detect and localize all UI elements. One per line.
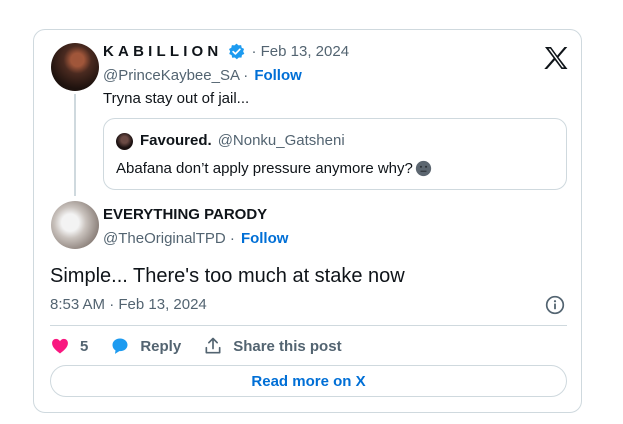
author-name[interactable]: EVERYTHING PARODY xyxy=(103,206,267,223)
like-count: 5 xyxy=(80,337,89,355)
original-handle-row: @PrinceKaybee_SA · Follow xyxy=(103,67,302,84)
share-icon xyxy=(205,337,221,354)
post-text: Tryna stay out of jail... xyxy=(103,90,250,107)
like-button[interactable]: 5 xyxy=(50,336,88,356)
quoted-author-handle: @Nonku_Gatsheni xyxy=(217,132,345,149)
read-more-label: Read more on X xyxy=(251,372,366,390)
info-icon[interactable] xyxy=(545,295,565,315)
thread-line xyxy=(74,94,76,196)
author-name[interactable]: KABILLION xyxy=(103,43,222,60)
quoted-post[interactable] xyxy=(103,118,567,190)
reply-button[interactable]: Reply xyxy=(110,336,181,356)
quoted-author-name: Favoured. xyxy=(140,132,212,149)
share-label: Share this post xyxy=(233,337,342,355)
post-date[interactable]: · Feb 13, 2024 xyxy=(251,43,349,60)
action-bar: 5 Reply Share this post xyxy=(50,333,364,359)
avatar[interactable] xyxy=(51,201,99,249)
avatar[interactable] xyxy=(51,43,99,91)
quoted-avatar xyxy=(116,133,133,150)
reply-author-row: EVERYTHING PARODY xyxy=(103,206,267,223)
quoted-text: Abafana don’t apply pressure anymore why… xyxy=(116,160,413,177)
heart-icon xyxy=(52,338,68,354)
share-button[interactable]: Share this post xyxy=(203,336,342,356)
emoji-icon xyxy=(415,160,431,177)
read-more-button[interactable]: Read more on X xyxy=(50,365,567,397)
author-handle[interactable]: @TheOriginalTPD · xyxy=(103,230,235,247)
post-timestamp[interactable]: 8:53 AM · Feb 13, 2024 xyxy=(50,296,207,313)
quoted-author-row: Favoured. @Nonku_Gatsheni xyxy=(140,132,345,149)
embedded-post-card: KABILLION · Feb 13, 2024 @PrinceKaybee_S… xyxy=(33,29,582,413)
reply-text: Simple... There's too much at stake now xyxy=(50,265,405,287)
original-author-row: KABILLION · Feb 13, 2024 xyxy=(103,43,349,60)
reply-bubble-icon xyxy=(112,338,128,354)
follow-button[interactable]: Follow xyxy=(254,67,302,84)
quoted-text-row: Abafana don’t apply pressure anymore why… xyxy=(116,160,432,177)
reply-handle-row: @TheOriginalTPD · Follow xyxy=(103,230,288,247)
divider xyxy=(50,325,567,326)
reply-label: Reply xyxy=(140,337,182,355)
x-logo-icon[interactable] xyxy=(544,47,568,69)
follow-button[interactable]: Follow xyxy=(241,230,289,247)
verified-badge-icon xyxy=(229,43,245,60)
author-handle[interactable]: @PrinceKaybee_SA · xyxy=(103,67,248,84)
